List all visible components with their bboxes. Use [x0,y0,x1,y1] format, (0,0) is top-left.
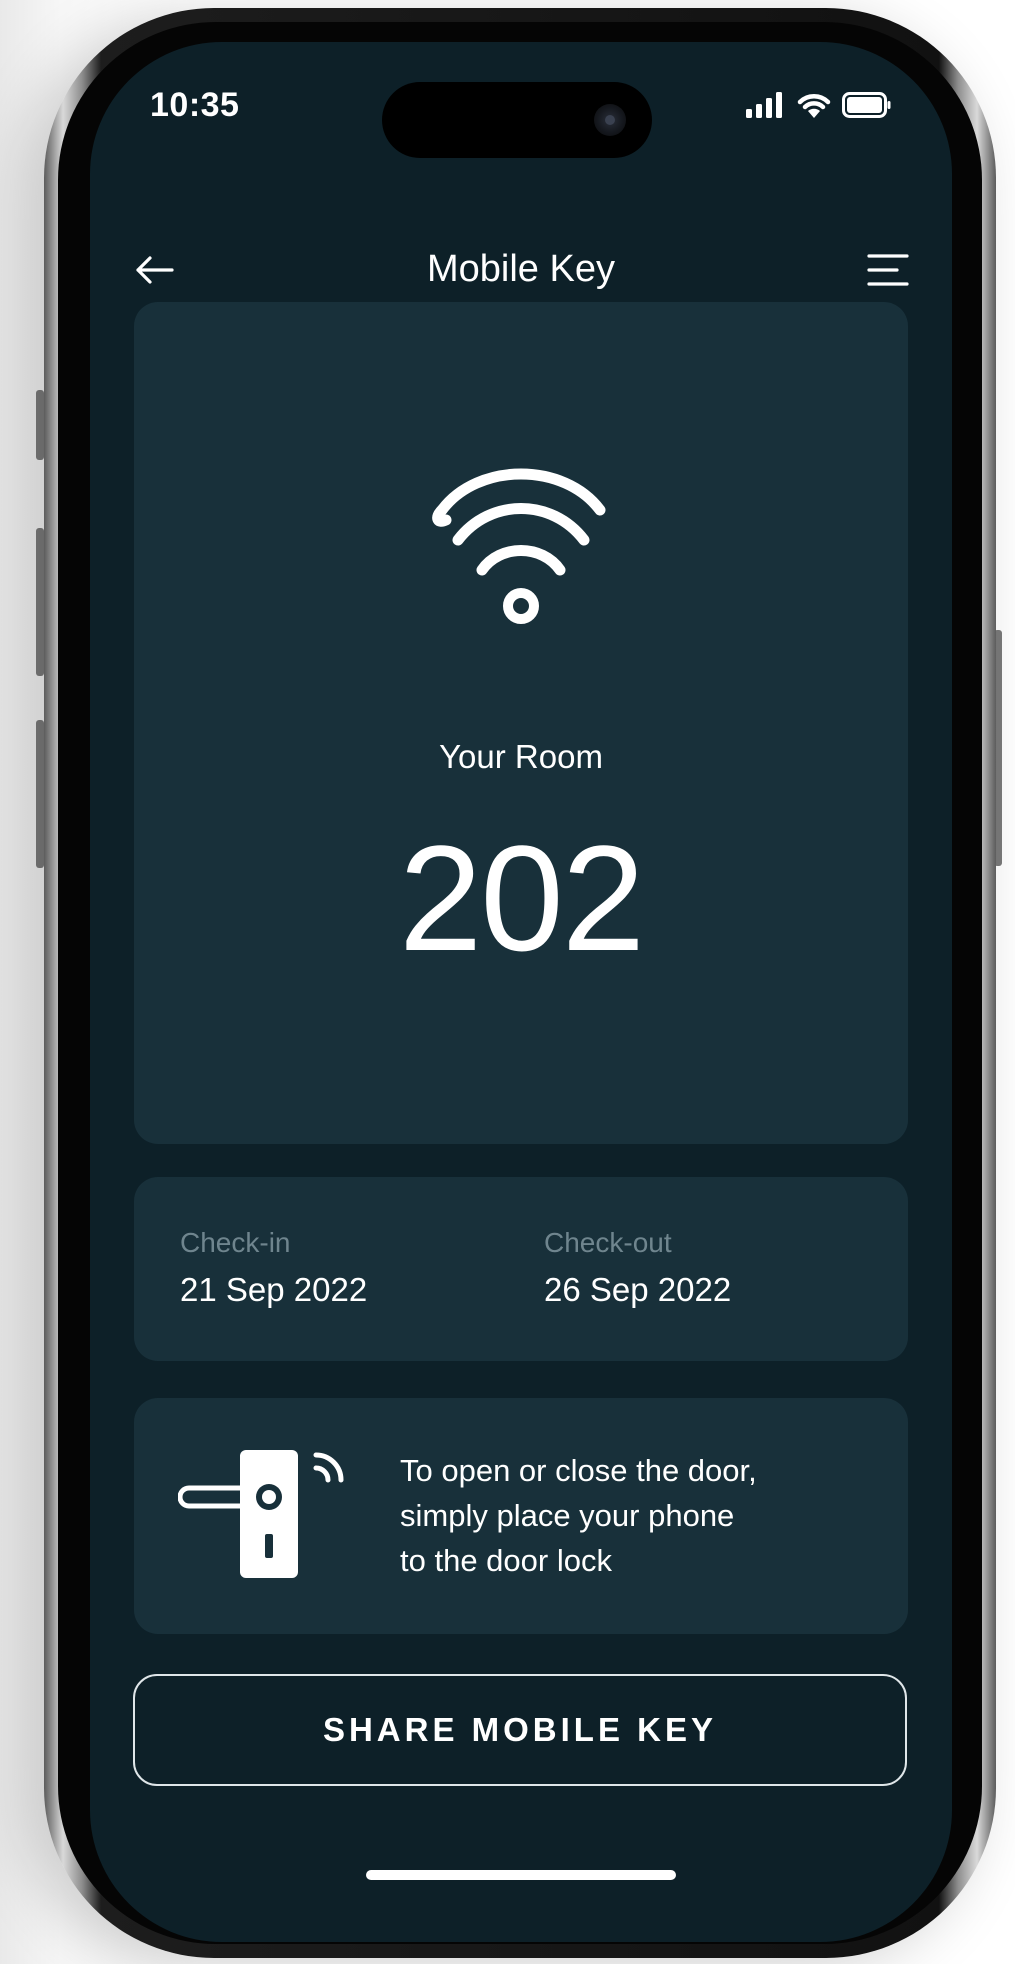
wireless-signal-icon [432,468,606,624]
instructions-card: To open or close the door, simply place … [134,1398,908,1634]
checkout-block: Check-out 26 Sep 2022 [544,1227,731,1309]
stay-dates-card: Check-in 21 Sep 2022 Check-out 26 Sep 20… [134,1177,908,1361]
status-icons [746,92,892,118]
wifi-status-icon [797,94,831,118]
device-mockup-stage: 10:35 Mobile Key Your Room 202 Check-in … [0,0,1015,1964]
status-time: 10:35 [150,86,240,124]
home-indicator[interactable] [366,1870,676,1880]
menu-button[interactable] [862,244,914,296]
volume-down-button [36,720,44,868]
top-nav: Mobile Key [90,234,952,306]
battery-icon [842,92,891,118]
share-mobile-key-button[interactable]: SHARE MOBILE KEY [133,1674,907,1786]
dynamic-island [382,82,652,158]
app-screen: 10:35 Mobile Key Your Room 202 Check-in … [90,42,952,1942]
instructions-text: To open or close the door, simply place … [400,1453,757,1578]
checkin-date: 21 Sep 2022 [180,1271,368,1308]
checkin-block: Check-in 21 Sep 2022 [180,1227,367,1309]
menu-icon [867,254,909,286]
door-lock-icon [178,1450,344,1578]
page-title: Mobile Key [427,248,615,290]
action-button [36,390,44,460]
room-card: Your Room 202 [134,302,908,1144]
checkout-date: 26 Sep 2022 [544,1271,732,1308]
room-number: 202 [398,814,645,982]
signal-icon [746,92,782,118]
volume-up-button [36,528,44,676]
checkin-label: Check-in [180,1227,291,1258]
front-camera-icon [594,104,626,136]
room-label: Your Room [439,738,603,775]
checkout-label: Check-out [544,1227,672,1258]
